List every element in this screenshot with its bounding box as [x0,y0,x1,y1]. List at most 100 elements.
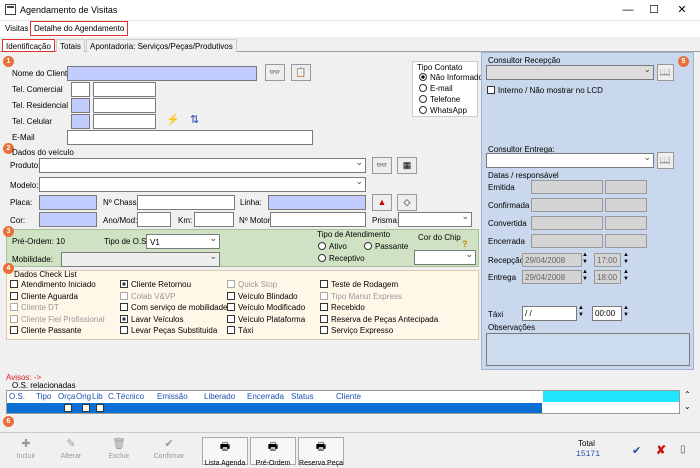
nome-input[interactable] [67,66,257,81]
radio-ativo[interactable]: Ativo [318,242,347,251]
tab-totais[interactable]: Totais [56,39,85,52]
placa-input[interactable] [39,195,97,210]
scroll-down-icon[interactable]: ⌄ [684,402,691,411]
checkbox[interactable] [320,326,328,334]
checkbox[interactable] [227,326,235,334]
checkbox[interactable] [120,326,128,334]
consultor-entrega-select[interactable] [486,152,654,168]
door-icon[interactable]: ▯ [680,444,686,455]
tel-comercial-input[interactable] [93,82,156,97]
taxi-date[interactable]: / / [522,306,577,321]
toolbar-button[interactable]: 🖶 Pré-Ordem [250,437,296,467]
checklist-item[interactable]: Levar Peças Substituida [120,326,217,335]
ano-input[interactable] [137,212,171,227]
linha-input[interactable] [268,195,366,210]
spin-icon[interactable]: ▲ ▼ [582,252,588,266]
grid-column-header[interactable]: Encerrada [247,392,284,401]
interno-checkbox[interactable]: Interno / Não mostrar no LCD [487,86,603,95]
toolbar-button[interactable]: ✔ Confirmar [146,437,192,465]
radio-nao-informado[interactable]: Não Informado [419,73,483,82]
spin-icon[interactable]: ▲ ▼ [623,305,629,319]
chassi-input[interactable] [137,195,235,210]
close-button[interactable]: ✕ [671,3,693,18]
checkbox[interactable] [320,291,328,300]
checkbox[interactable] [120,303,128,311]
toolbar-button[interactable]: 🗑 Excluir [96,437,142,465]
spin-icon[interactable]: ▲ ▼ [623,252,629,266]
tel-residencial-input[interactable] [93,98,156,113]
grid-column-header[interactable]: Orig [76,392,91,401]
confirm-icon[interactable]: ✔ [632,444,641,457]
checkbox[interactable] [10,314,18,323]
clipboard-icon[interactable]: 📋 [291,64,311,81]
binoculars-icon[interactable]: 👓 [265,64,285,81]
checkbox[interactable] [10,280,18,288]
cancel-icon[interactable]: ✘ [656,443,666,457]
minimize-button[interactable]: — [617,3,639,18]
toolbar-button[interactable]: ✚ Incluir [3,437,49,465]
checkbox[interactable] [120,280,128,288]
tel-celular-input[interactable] [93,114,156,129]
radio-telefone[interactable]: Telefone [419,95,460,104]
tel-comercial-ddd[interactable] [71,82,90,97]
upload-icon[interactable]: ▲ [372,194,392,211]
grid-column-header[interactable]: Lib [92,392,103,401]
km-input[interactable] [194,212,234,227]
checkbox[interactable] [227,314,235,323]
lightning-icon[interactable]: ⚡ [166,113,180,126]
toolbar-button[interactable]: ✎ Alterar [48,437,94,465]
radio-email[interactable]: E-mail [419,84,453,93]
grid-column-header[interactable]: Tipo [36,392,51,401]
book-icon[interactable]: 📖 [657,152,674,169]
modelo-select[interactable] [39,176,366,192]
tel-celular-ddd[interactable] [71,114,90,129]
mobilidade-select[interactable] [61,251,220,267]
checklist-item[interactable]: Cliente Retornou [120,280,191,289]
toolbar-button[interactable]: 🖶 Lista Agenda [202,437,248,467]
recepcao-time[interactable]: 17:00 [594,253,621,267]
checkbox[interactable] [120,314,128,323]
scroll-up-icon[interactable]: ⌃ [684,390,691,399]
checklist-item[interactable]: Veículo Plataforma [227,314,305,324]
radio-passante[interactable]: Passante [364,242,408,251]
checklist-item[interactable]: Teste de Rodagem [320,280,398,289]
checklist-item[interactable]: Atendimento Iniciado [10,280,96,289]
grid-column-header[interactable]: Liberado [204,392,235,401]
toolbar-button[interactable]: 🖶 Reserva Peça [298,437,344,467]
grid-column-header[interactable]: Orça [58,392,75,401]
obs-textarea[interactable] [486,333,690,366]
spin-icon[interactable]: ▲ ▼ [578,305,584,319]
checkbox[interactable] [10,291,18,300]
tab-apontadoria[interactable]: Apontadoria: Serviços/Peças/Produtivos [86,39,237,52]
taxi-time[interactable]: 00:00 [592,306,622,321]
sort-icon[interactable]: ⇅ [190,113,199,126]
grid-column-header[interactable]: Emissão [157,392,188,401]
grid-column-header[interactable]: Cliente [336,392,361,401]
checklist-item[interactable]: Táxi [227,326,253,335]
grid-column-header[interactable]: O.S. [9,392,25,401]
tel-residencial-ddd[interactable] [71,98,90,113]
checklist-item[interactable]: Veículo Blindado [227,291,298,301]
grid-column-header[interactable]: C.Técnico [108,392,144,401]
checklist-item[interactable]: Veículo Modificado [227,303,305,312]
checklist-item[interactable]: Reserva de Peças Antecipada [320,314,438,324]
eraser-icon[interactable]: ◇ [397,194,417,211]
spin-icon[interactable]: ▲ ▼ [623,269,629,283]
checklist-item[interactable]: Lavar Veículos [120,314,183,324]
motor-input[interactable] [270,212,366,227]
checkbox[interactable] [120,291,128,300]
email-input[interactable] [67,130,313,145]
radio-whatsapp[interactable]: WhatsApp [419,106,467,115]
checkbox[interactable] [320,314,328,323]
cb-orig[interactable] [82,404,90,412]
spin-icon[interactable]: ▲ ▼ [582,269,588,283]
menu-detalhe[interactable]: Detalhe do Agendamento [30,21,129,36]
checkbox[interactable] [227,291,235,300]
checkbox[interactable] [227,280,235,288]
consultor-recepcao-select[interactable] [486,64,654,80]
grid-column-header[interactable]: Status [291,392,314,401]
checklist-item[interactable]: Cliente Passante [10,326,81,335]
checklist-item[interactable]: Com serviço de mobilidade [120,303,228,312]
prisma-select[interactable] [398,211,472,227]
checklist-item[interactable]: Cliente Aguarda [10,291,78,301]
